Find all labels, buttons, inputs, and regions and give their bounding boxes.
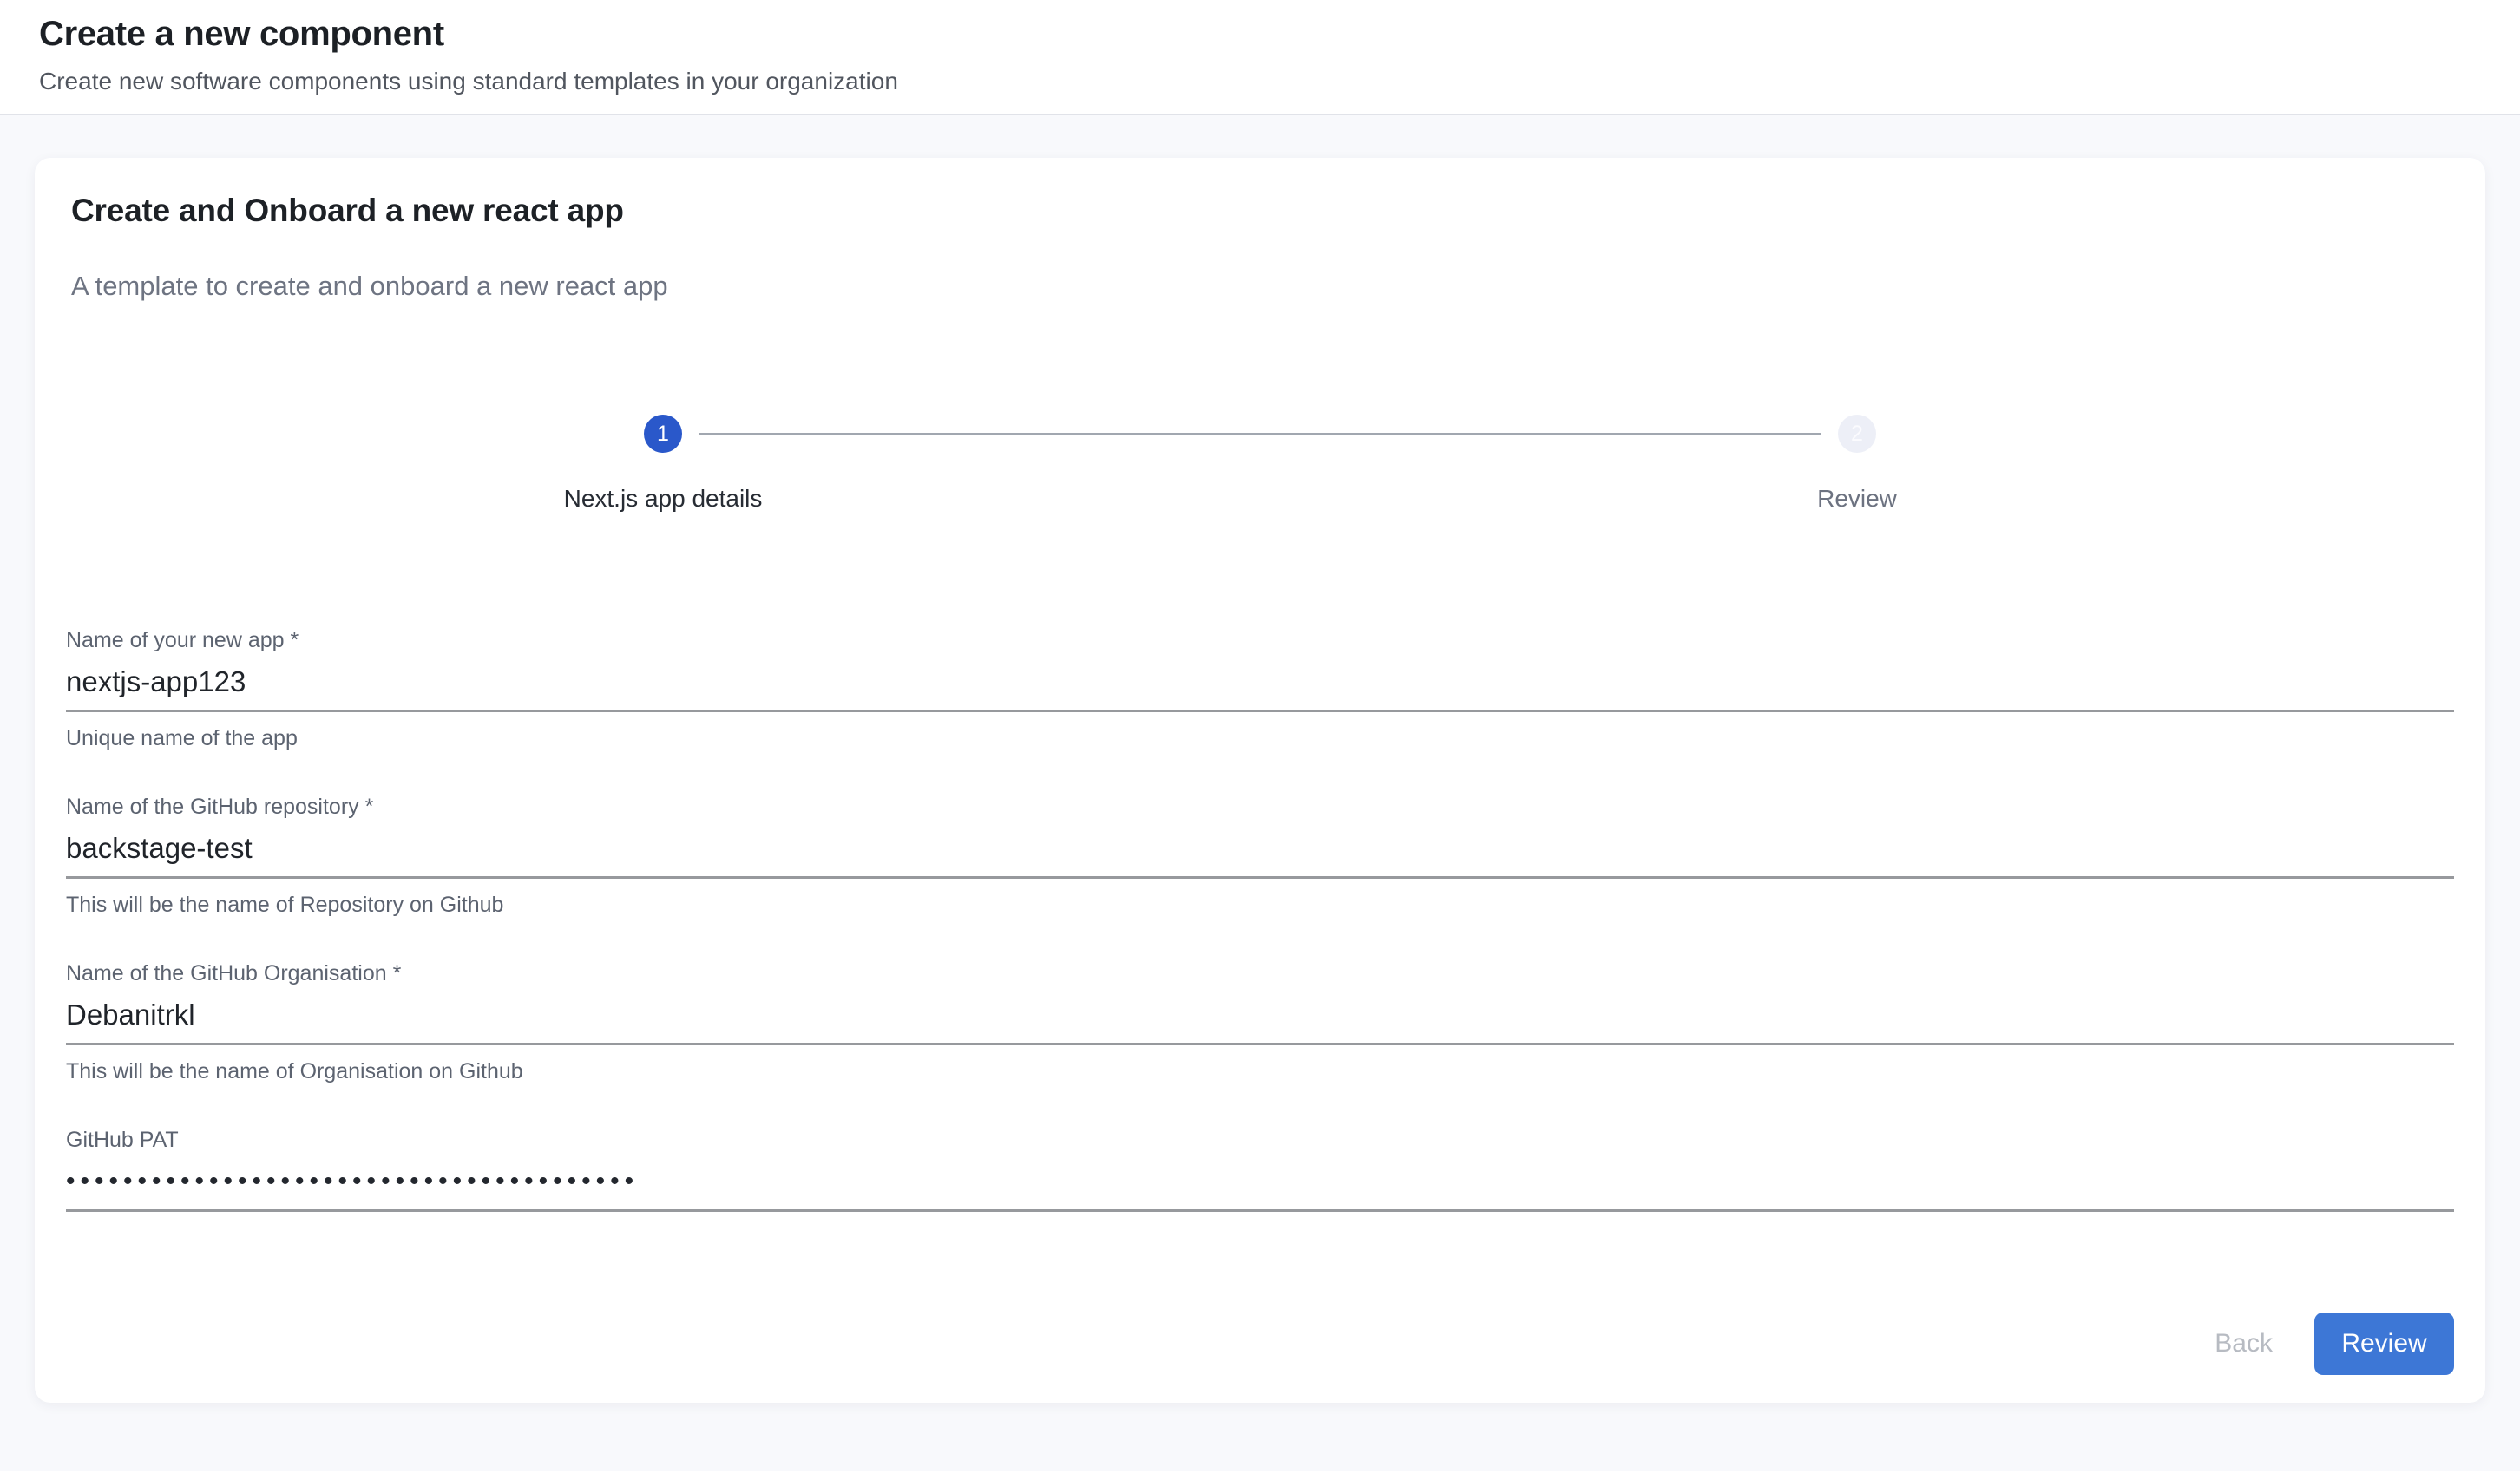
github-organisation-label: Name of the GitHub Organisation * xyxy=(66,959,2454,987)
review-button[interactable]: Review xyxy=(2314,1313,2454,1375)
github-pat-label: GitHub PAT xyxy=(66,1126,2454,1154)
template-card: Create and Onboard a new react app A tem… xyxy=(35,158,2485,1403)
github-repository-helper: This will be the name of Repository on G… xyxy=(66,891,2454,919)
step-1-indicator: 1 xyxy=(644,415,682,453)
field-app-name: Name of your new app * Unique name of th… xyxy=(66,626,2454,752)
app-name-input[interactable] xyxy=(66,656,2454,712)
actions-row: Back Review xyxy=(66,1313,2454,1375)
card-subtitle: A template to create and onboard a new r… xyxy=(66,269,2454,304)
stepper-connector xyxy=(699,433,1821,435)
step-nextjs-app-details[interactable]: 1 Next.js app details xyxy=(66,415,1260,514)
content-area: Create and Onboard a new react app A tem… xyxy=(0,115,2520,1471)
page-header: Create a new component Create new softwa… xyxy=(0,0,2520,115)
github-repository-label: Name of the GitHub repository * xyxy=(66,793,2454,821)
github-repository-input[interactable] xyxy=(66,822,2454,879)
github-organisation-input[interactable] xyxy=(66,989,2454,1045)
github-organisation-helper: This will be the name of Organisation on… xyxy=(66,1057,2454,1085)
github-pat-input[interactable] xyxy=(66,1155,2454,1212)
app-name-label: Name of your new app * xyxy=(66,626,2454,654)
field-github-organisation: Name of the GitHub Organisation * This w… xyxy=(66,959,2454,1085)
card-title: Create and Onboard a new react app xyxy=(66,191,2454,231)
field-github-pat: GitHub PAT xyxy=(66,1126,2454,1212)
back-button[interactable]: Back xyxy=(2190,1315,2297,1372)
component-form: Name of your new app * Unique name of th… xyxy=(66,626,2454,1212)
page-title: Create a new component xyxy=(39,12,2481,56)
app-name-helper: Unique name of the app xyxy=(66,724,2454,752)
step-2-indicator: 2 xyxy=(1838,415,1876,453)
field-github-repository: Name of the GitHub repository * This wil… xyxy=(66,793,2454,919)
step-1-label: Next.js app details xyxy=(564,484,763,514)
step-review[interactable]: 2 Review xyxy=(1260,415,2454,514)
page-subtitle: Create new software components using sta… xyxy=(39,66,2481,97)
step-2-label: Review xyxy=(1817,484,1897,514)
stepper: 1 Next.js app details 2 Review xyxy=(66,415,2454,514)
